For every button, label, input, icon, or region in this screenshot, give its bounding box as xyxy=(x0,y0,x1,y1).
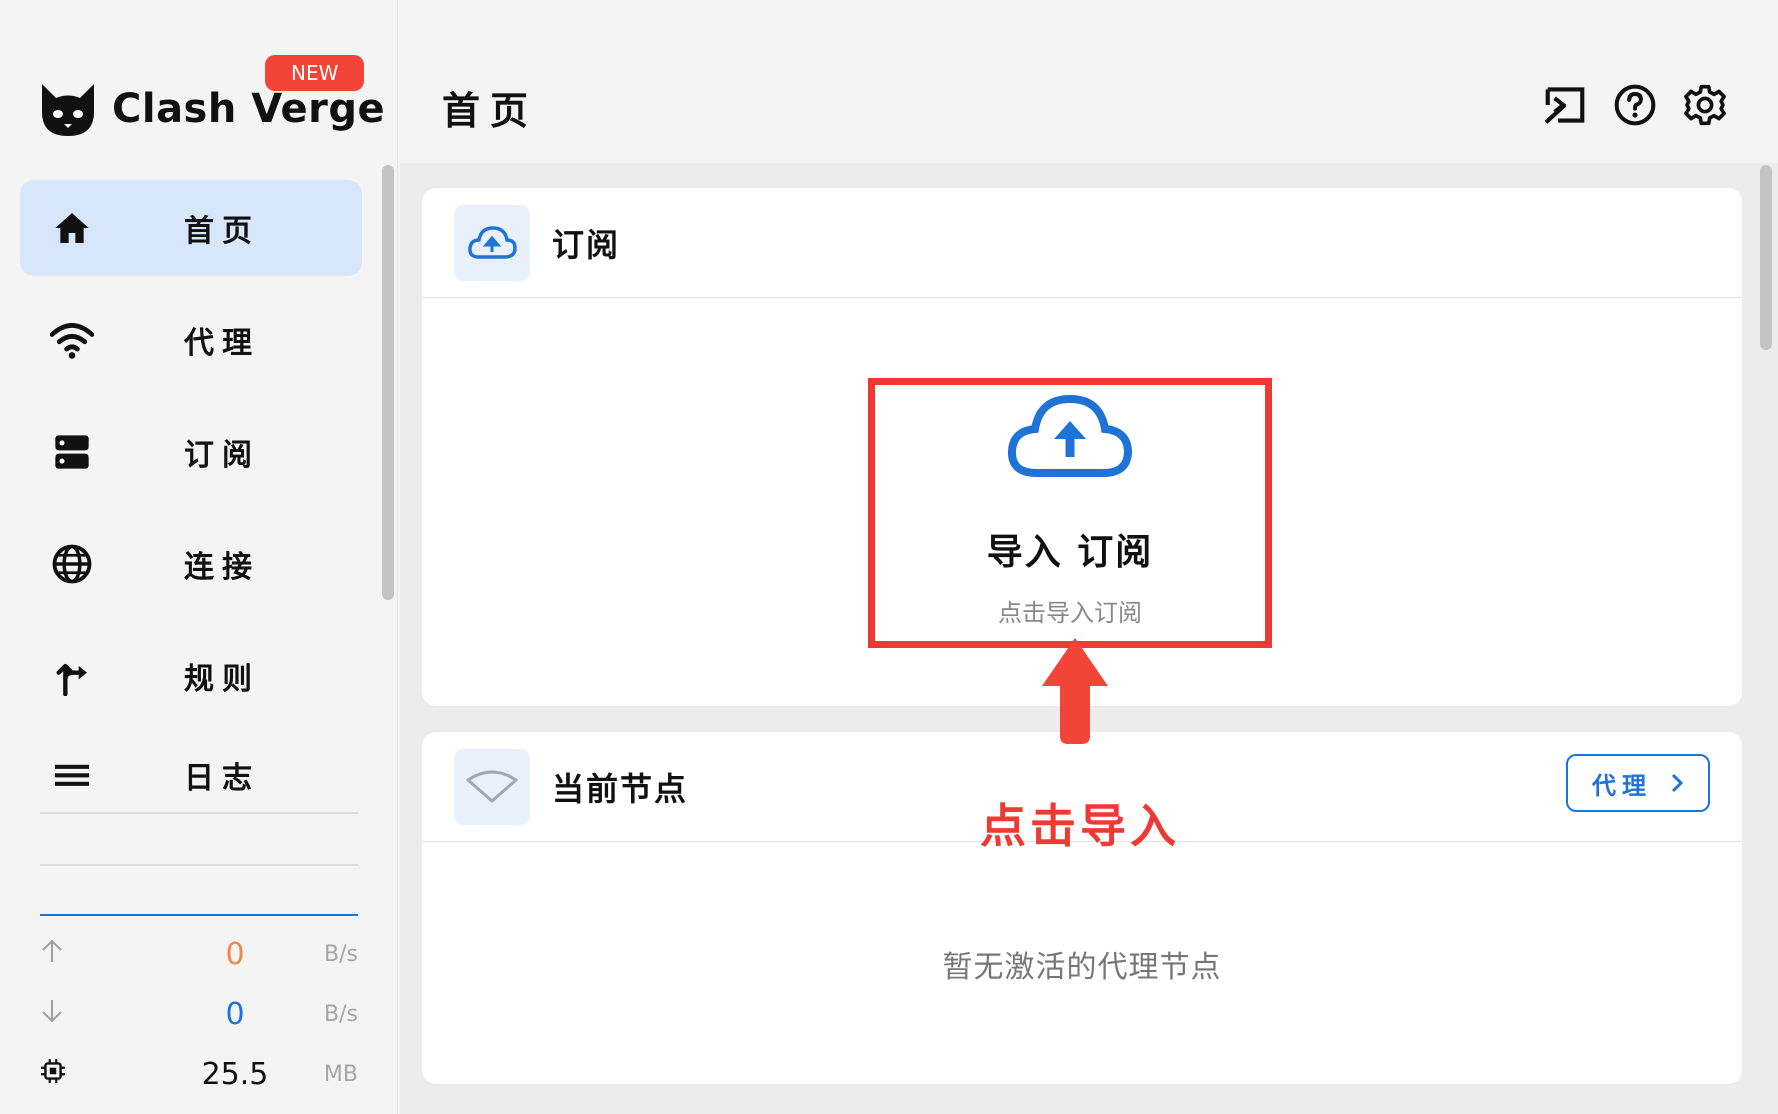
memory-stat: 25.5 MB xyxy=(40,1054,360,1094)
download-speed-unit: B/s xyxy=(324,1001,358,1027)
cpu-chip-icon xyxy=(40,1058,70,1090)
sidebar-nav: 首页 代理 订阅 连接 规则 日志 xyxy=(20,180,362,810)
route-icon xyxy=(50,654,94,698)
sidebar-item-subscription[interactable]: 订阅 xyxy=(20,404,362,500)
upload-stat: 0 B/s xyxy=(40,934,360,974)
sidebar-item-home[interactable]: 首页 xyxy=(20,180,362,276)
sidebar-scrollbar[interactable] xyxy=(382,165,394,600)
sidebar-item-label: 首页 xyxy=(184,214,260,249)
help-icon[interactable] xyxy=(1612,82,1658,128)
new-badge: NEW xyxy=(265,55,365,91)
wifi-icon xyxy=(50,318,94,362)
import-title: 导入 订阅 xyxy=(986,532,1154,573)
sidebar-item-proxy[interactable]: 代理 xyxy=(20,292,362,388)
empty-node-message: 暂无激活的代理节点 xyxy=(942,950,1222,985)
terminal-icon[interactable] xyxy=(1542,82,1588,128)
annotation-text: 点击导入 xyxy=(980,799,1180,853)
wifi-outline-icon xyxy=(454,748,530,825)
settings-icon[interactable] xyxy=(1682,82,1728,128)
app-name: Clash Verge xyxy=(112,86,386,132)
sidebar-item-logs[interactable]: 日志 xyxy=(20,740,362,810)
memory-value: 25.5 xyxy=(201,1056,269,1092)
arrow-up-icon xyxy=(40,938,70,970)
header-toolbar xyxy=(1542,82,1728,128)
subscription-card: 订阅 导入 订阅 点击导入订阅 xyxy=(422,188,1742,706)
download-speed-value: 0 xyxy=(225,996,245,1032)
proxy-button-label: 代理 xyxy=(1592,771,1652,800)
home-icon xyxy=(50,206,94,250)
cat-logo-icon xyxy=(42,84,94,136)
card-title: 当前节点 xyxy=(552,769,689,808)
go-to-proxy-button[interactable]: 代理 xyxy=(1566,754,1710,812)
import-subscription-button[interactable]: 导入 订阅 点击导入订阅 xyxy=(868,378,1272,648)
sidebar-item-label: 规则 xyxy=(184,662,260,697)
card-header: 订阅 xyxy=(422,188,1742,298)
sidebar-item-rules[interactable]: 规则 xyxy=(20,628,362,724)
arrow-down-icon xyxy=(40,998,70,1030)
upload-speed-value: 0 xyxy=(225,936,245,972)
list-icon xyxy=(50,753,94,797)
card-title: 订阅 xyxy=(552,225,621,264)
import-subtitle: 点击导入订阅 xyxy=(998,599,1142,627)
main-scrollbar[interactable] xyxy=(1760,165,1772,350)
red-arrow-annotation xyxy=(1042,638,1108,744)
chevron-right-icon xyxy=(1671,773,1684,793)
sidebar: Clash Verge NEW 首页 代理 订阅 连接 规则 日志 0 B/s … xyxy=(0,0,398,1114)
sidebar-divider xyxy=(40,864,358,866)
sidebar-item-label: 日志 xyxy=(184,761,260,796)
sidebar-item-label: 订阅 xyxy=(184,438,260,473)
sidebar-item-label: 连接 xyxy=(184,550,260,585)
sidebar-item-connections[interactable]: 连接 xyxy=(20,516,362,612)
sidebar-item-label: 代理 xyxy=(184,326,260,361)
current-node-card: 当前节点 代理 暂无激活的代理节点 xyxy=(422,732,1742,1084)
sidebar-divider xyxy=(40,812,358,814)
traffic-graph-baseline xyxy=(40,914,358,916)
server-icon xyxy=(50,430,94,474)
cloud-upload-icon xyxy=(454,204,530,281)
page-title: 首页 xyxy=(442,89,539,133)
globe-icon xyxy=(50,542,94,586)
download-stat: 0 B/s xyxy=(40,994,360,1034)
cloud-upload-large-icon xyxy=(1008,394,1133,477)
memory-unit: MB xyxy=(323,1061,358,1087)
upload-speed-unit: B/s xyxy=(324,941,358,967)
